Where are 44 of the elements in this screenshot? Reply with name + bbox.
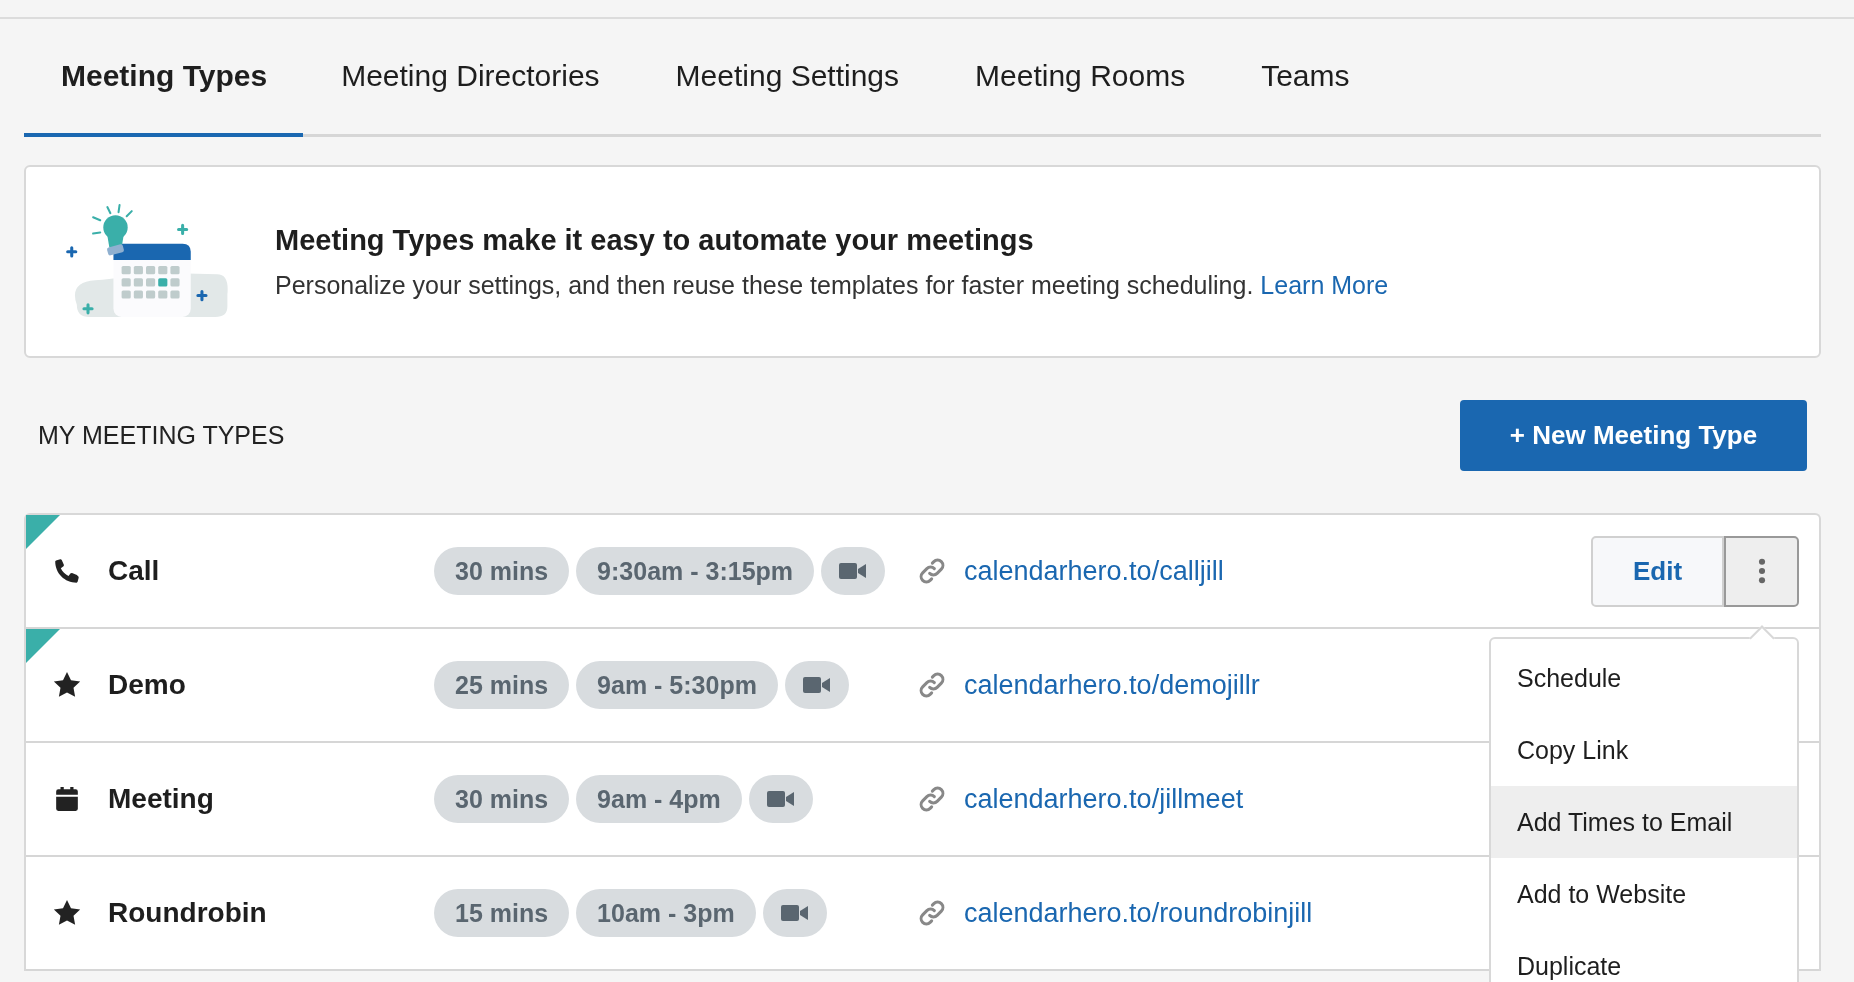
more-options-button[interactable] [1724, 535, 1799, 607]
phone-icon [53, 557, 81, 585]
video-camera-icon [780, 904, 809, 922]
tab[interactable]: Meeting Types [24, 19, 304, 137]
tab[interactable]: Meeting Rooms [937, 19, 1224, 137]
meeting-link[interactable]: calendarhero.to/jillmeet [964, 783, 1244, 815]
learn-more-link[interactable]: Learn More [1260, 270, 1389, 299]
section-title: MY MEETING TYPES [37, 421, 285, 450]
hours-tag: 9:30am - 3:15pm [576, 547, 815, 595]
tab[interactable]: Teams [1223, 19, 1388, 137]
meeting-type-name: Call [108, 555, 161, 587]
new-meeting-type-button[interactable]: + New Meeting Type [1460, 400, 1807, 471]
duration-tag: 30 mins [434, 775, 570, 823]
menu-item[interactable]: Add to Website [1491, 858, 1797, 930]
link-icon [918, 785, 946, 813]
duration-tag: 25 mins [434, 661, 570, 709]
video-camera-icon [802, 676, 831, 694]
hours-tag: 9am - 5:30pm [576, 661, 778, 709]
meeting-type-name: Demo [108, 669, 187, 701]
banner-title: Meeting Types make it easy to automate your meetings [275, 223, 1035, 257]
menu-item[interactable]: Add Times to Email [1491, 786, 1797, 858]
edit-button[interactable]: Edit [1591, 535, 1724, 607]
link-icon [918, 557, 946, 585]
menu-item[interactable]: Copy Link [1491, 714, 1797, 786]
video-camera-icon [839, 562, 868, 580]
tab[interactable]: Meeting Settings [637, 19, 938, 137]
meeting-link[interactable]: calendarhero.to/calljill [964, 555, 1224, 587]
link-icon [918, 899, 946, 927]
hours-tag: 9am - 4pm [576, 775, 742, 823]
vertical-dots-icon [1757, 558, 1766, 584]
meeting-type-name: Meeting [108, 783, 215, 815]
meeting-link[interactable]: calendarhero.to/demojillr [964, 669, 1260, 701]
video-camera-icon [766, 790, 795, 808]
duration-tag: 15 mins [434, 889, 570, 937]
meeting-link[interactable]: calendarhero.to/roundrobinjill [964, 897, 1313, 929]
menu-item[interactable]: Schedule [1491, 642, 1797, 714]
meeting-type-name: Roundrobin [108, 897, 268, 929]
tab[interactable]: Meeting Directories [303, 19, 638, 137]
duration-tag: 30 mins [434, 547, 570, 595]
link-icon [918, 671, 946, 699]
hours-tag: 10am - 3pm [576, 889, 756, 937]
calendar-icon [54, 785, 80, 813]
banner-description: Personalize your settings, and then reuse these templates for faster meeting scheduling. [275, 270, 1254, 299]
menu-item[interactable]: Duplicate [1491, 930, 1797, 982]
